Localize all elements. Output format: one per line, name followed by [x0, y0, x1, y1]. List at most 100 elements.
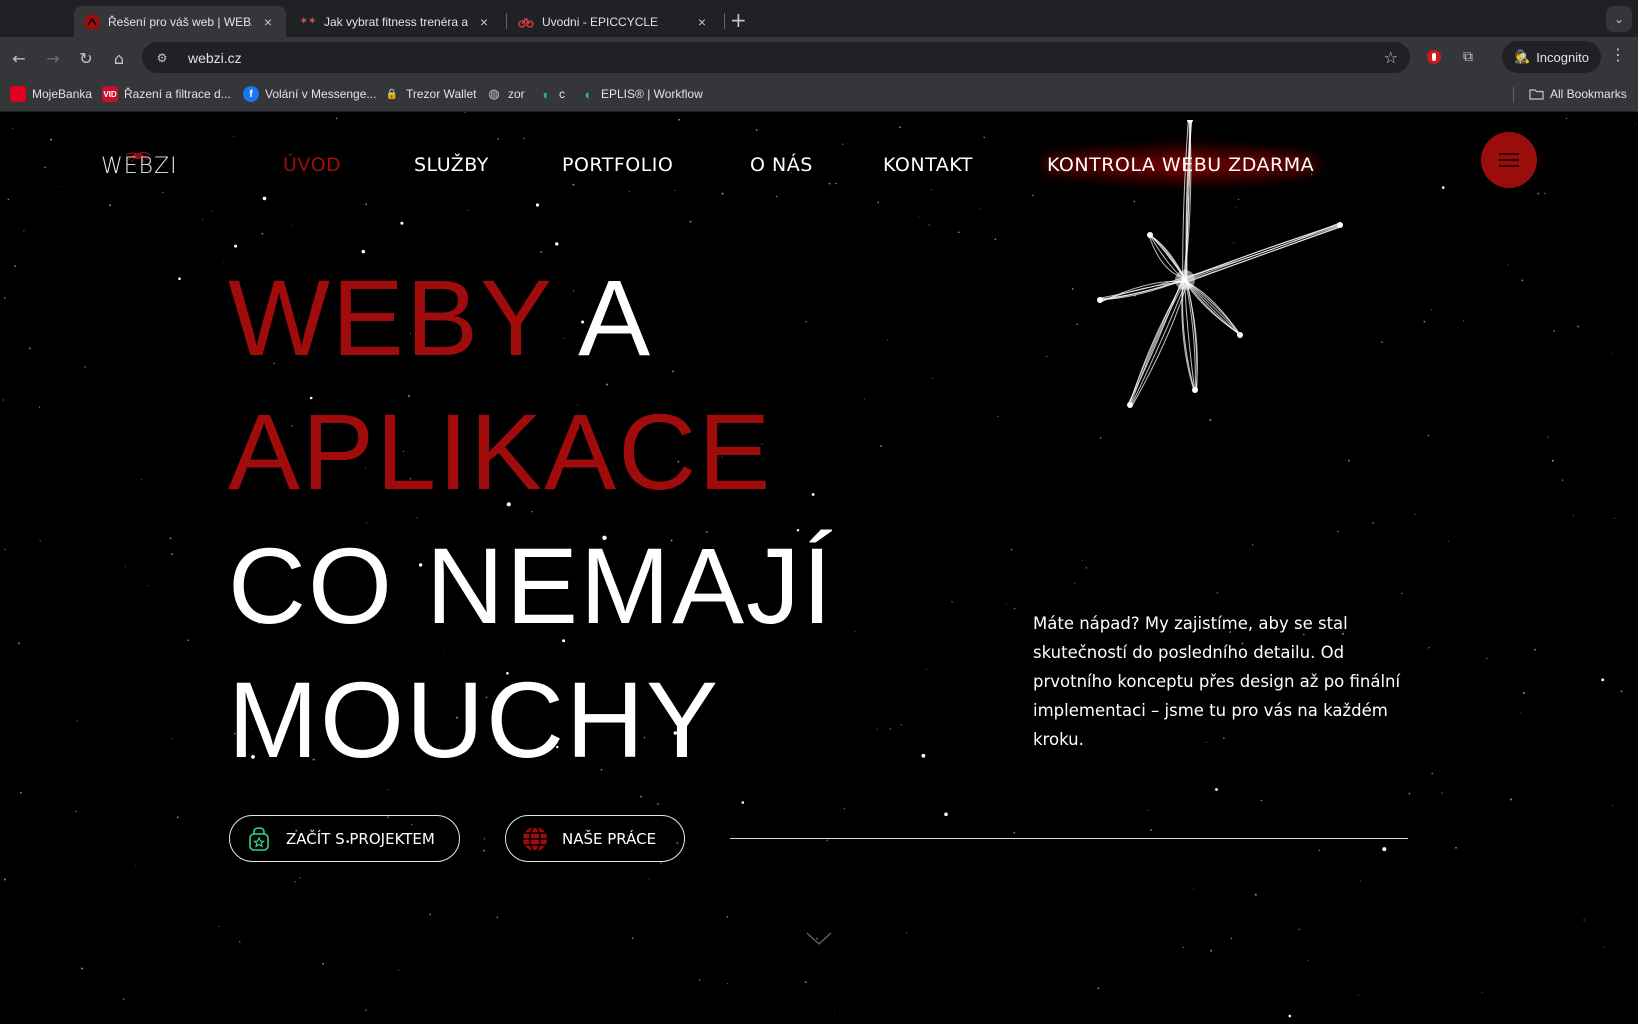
- incognito-button[interactable]: 🕵 Incognito: [1502, 41, 1601, 73]
- browser-menu-icon[interactable]: ⋮: [1608, 45, 1628, 64]
- star-illustration-tip: [1127, 402, 1133, 408]
- star-dot: [234, 244, 238, 248]
- star-dot: [416, 517, 418, 519]
- star-illustration-tip: [1192, 387, 1198, 393]
- star-dot: [335, 117, 338, 120]
- star-dot: [721, 192, 724, 195]
- star-dot: [1307, 960, 1309, 962]
- star-dot: [726, 916, 729, 918]
- bookmark-eplis[interactable]: ◖ EPLIS® | Workflow: [579, 86, 703, 102]
- star-dot: [60, 186, 62, 187]
- tab-webzi[interactable]: Řešení pro váš web | WEBZI ×: [74, 6, 286, 37]
- bookmark-label: c: [559, 87, 565, 101]
- hero-a: A: [552, 257, 653, 378]
- new-tab-button[interactable]: +: [730, 8, 747, 32]
- tab-close-icon[interactable]: ×: [260, 14, 276, 30]
- star-dot: [1603, 946, 1605, 948]
- nav-uvod[interactable]: ÚVOD: [283, 154, 341, 176]
- star-dot: [1357, 994, 1359, 996]
- star-dot: [1013, 607, 1016, 610]
- logo-text[interactable]: WEBZI: [101, 154, 178, 179]
- hamburger-icon: [1499, 153, 1519, 167]
- home-icon[interactable]: ⌂: [106, 45, 132, 71]
- nav-kontakt[interactable]: KONTAKT: [883, 154, 973, 176]
- bookmark-razeni[interactable]: VID Řazení a filtrace d...: [102, 86, 231, 102]
- star-dot: [1254, 893, 1257, 896]
- star-dot: [1572, 514, 1574, 516]
- star-dot: [261, 232, 264, 235]
- our-work-button[interactable]: NAŠE PRÁCE: [505, 815, 685, 862]
- nav-sluzby[interactable]: SLUŽBY: [414, 154, 489, 176]
- bookmark-trezor[interactable]: 🔒 Trezor Wallet: [384, 86, 477, 102]
- star-dot: [1507, 264, 1509, 266]
- eplis-icon: ◖: [541, 86, 549, 102]
- back-arrow-icon[interactable]: ←: [6, 45, 32, 71]
- star-dot: [1481, 992, 1483, 994]
- star-illustration-strand: [1129, 280, 1186, 406]
- fitness-favicon-icon: ✶✶: [299, 16, 317, 27]
- star-dot: [75, 810, 77, 812]
- star-dot: [1534, 648, 1536, 651]
- star-illustration-strand: [1186, 225, 1342, 282]
- tab-title: Řešení pro váš web | WEBZI: [108, 14, 252, 29]
- star-dot: [1150, 829, 1153, 831]
- site-info-icon[interactable]: ⚙: [152, 48, 172, 68]
- tab-epiccycle[interactable]: Uvodni - EPICCYCLE ×: [508, 6, 720, 37]
- star-dot: [18, 642, 20, 645]
- menu-hamburger-button[interactable]: [1481, 132, 1537, 188]
- star-dot: [1547, 436, 1549, 438]
- tab-title: Jak vybrat fitness trenéra a na: [324, 14, 468, 29]
- star-illustration-tip: [1097, 297, 1103, 303]
- bookmark-messenger[interactable]: f Volání v Messenge...: [243, 86, 376, 102]
- tab-fitness[interactable]: ✶✶ Jak vybrat fitness trenéra a na ×: [290, 6, 502, 37]
- star-dot: [843, 807, 846, 810]
- bookmark-zor[interactable]: ◍ zor: [486, 86, 524, 102]
- bicycle-favicon-icon: [518, 14, 534, 30]
- star-dot: [606, 383, 609, 386]
- star-dot: [1074, 583, 1076, 585]
- star-dot: [1230, 937, 1233, 940]
- star-dot: [1544, 192, 1546, 195]
- start-project-button[interactable]: ZAČÍT S PROJEKTEM: [229, 815, 460, 862]
- tab-close-icon[interactable]: ×: [476, 14, 492, 30]
- nav-portfolio[interactable]: PORTFOLIO: [562, 154, 673, 176]
- star-dot: [877, 201, 880, 204]
- star-dot: [29, 347, 31, 350]
- extensions-puzzle-icon[interactable]: ⧉: [1458, 47, 1478, 67]
- scroll-down-chevron-icon[interactable]: [806, 932, 832, 946]
- star-dot: [218, 926, 220, 927]
- star-dot: [1583, 919, 1585, 921]
- star-dot: [678, 118, 681, 121]
- star-dot: [1215, 788, 1218, 791]
- star-dot: [1520, 712, 1521, 714]
- bookmark-c[interactable]: ◖ c: [537, 86, 565, 102]
- address-bar[interactable]: ⚙ webzi.cz ☆: [142, 42, 1410, 73]
- star-dot: [202, 218, 203, 220]
- globe-icon: [522, 825, 548, 852]
- star-dot: [1252, 544, 1254, 546]
- reload-icon[interactable]: ↻: [73, 45, 99, 71]
- star-dot: [3, 878, 6, 881]
- star-dot: [1382, 847, 1387, 852]
- star-dot: [1071, 288, 1074, 290]
- nav-o-nas[interactable]: O NÁS: [750, 154, 813, 176]
- all-bookmarks[interactable]: All Bookmarks: [1528, 86, 1627, 102]
- bookmark-star-icon[interactable]: ☆: [1384, 48, 1398, 67]
- star-dot: [1441, 186, 1445, 189]
- star-dot: [660, 862, 662, 864]
- star-dot: [1085, 567, 1088, 569]
- star-dot: [672, 370, 674, 373]
- star-dot: [1099, 437, 1102, 439]
- forward-arrow-icon[interactable]: →: [40, 45, 66, 71]
- tab-search-chevron-icon[interactable]: ⌄: [1606, 6, 1632, 32]
- bookmark-mojebanka[interactable]: MojeBanka: [10, 86, 92, 102]
- star-dot: [1610, 353, 1612, 354]
- star-dot: [122, 998, 125, 1000]
- tab-close-icon[interactable]: ×: [694, 14, 710, 30]
- star-dot: [523, 137, 525, 140]
- star-dot: [775, 195, 778, 198]
- star-dot: [631, 937, 634, 939]
- star-dot: [1463, 320, 1464, 322]
- star-dot: [223, 261, 225, 263]
- extension-shield-icon[interactable]: [1424, 47, 1444, 67]
